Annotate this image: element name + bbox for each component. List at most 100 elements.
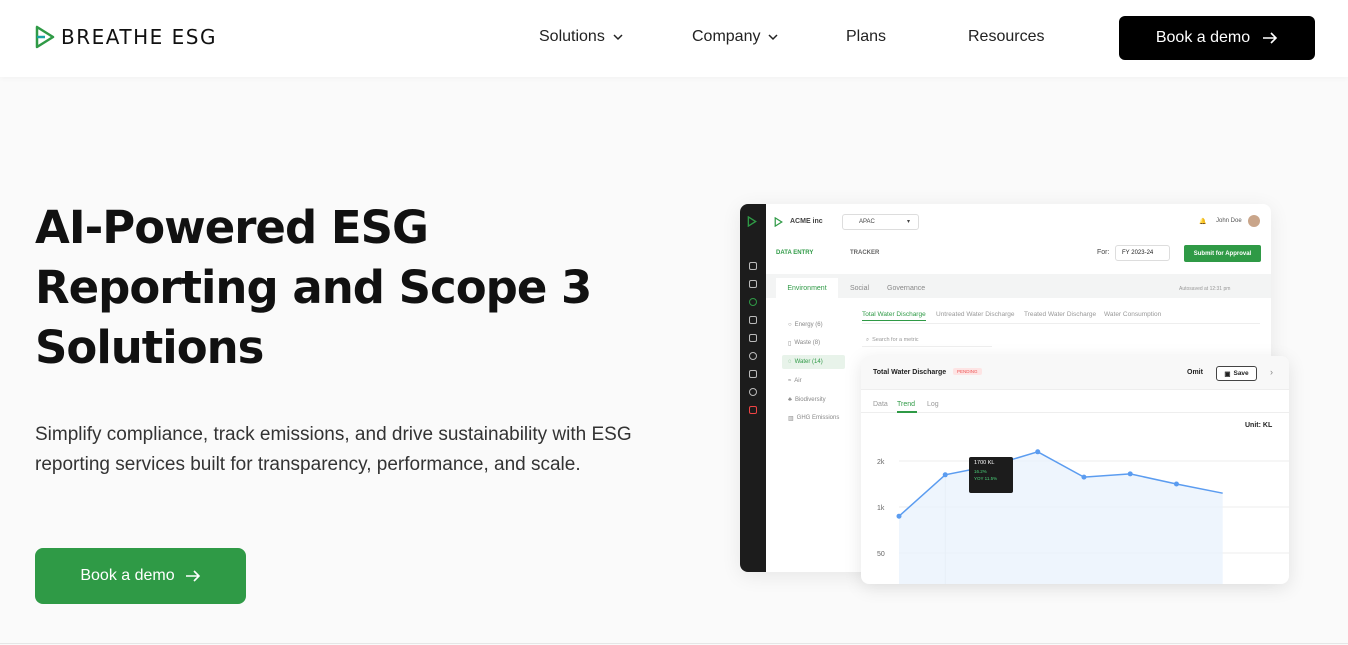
grid-icon bbox=[749, 280, 757, 288]
energy-icon: ○ bbox=[788, 322, 792, 328]
unit-label: Unit: KL bbox=[1245, 422, 1273, 429]
data-point bbox=[942, 472, 948, 478]
tooltip-change: 16.2% bbox=[974, 469, 987, 474]
logo-icon bbox=[774, 217, 783, 227]
avatar[interactable] bbox=[1248, 215, 1260, 227]
arrow-right-icon bbox=[185, 570, 200, 582]
card-tab-divider bbox=[861, 412, 1289, 413]
card-tab-data[interactable]: Data bbox=[873, 401, 888, 408]
brand-name: BREATHE ESG bbox=[61, 25, 217, 49]
nav-company-label: Company bbox=[692, 28, 761, 45]
data-point bbox=[1173, 481, 1179, 487]
chevron-down-icon bbox=[768, 34, 779, 41]
company-name: ACME inc bbox=[790, 218, 823, 225]
trend-area bbox=[899, 451, 1223, 584]
side-item-air[interactable]: ≈ Air bbox=[782, 374, 845, 388]
tooltip-yoy: YOY 11.5% bbox=[974, 476, 998, 481]
bell-icon[interactable]: 🔔 bbox=[1199, 218, 1206, 225]
autosave-status: Autosaved at 12:31 pm bbox=[1179, 286, 1231, 292]
card-tab-trend[interactable]: Trend bbox=[897, 401, 915, 408]
save-icon: ▣ bbox=[1224, 370, 1231, 378]
user-name: John Doe bbox=[1216, 218, 1242, 224]
status-badge: PENDING bbox=[953, 368, 982, 375]
globe-icon bbox=[749, 352, 757, 360]
side-item-ghg[interactable]: ▥ GHG Emissions bbox=[782, 411, 845, 425]
metric-card: Total Water Discharge PENDING Omit ▣ Sav… bbox=[861, 356, 1289, 584]
submit-approval-button[interactable]: Submit for Approval bbox=[1184, 245, 1261, 262]
data-point bbox=[1127, 471, 1133, 477]
hero-title: AI-Powered ESG Reporting and Scope 3 Sol… bbox=[35, 201, 592, 374]
card-tab-log[interactable]: Log bbox=[927, 401, 939, 408]
y-tick-label: 2k bbox=[877, 459, 885, 466]
dashboard-sidebar bbox=[740, 204, 766, 572]
card-title: Total Water Discharge bbox=[873, 369, 947, 376]
side-item-water[interactable]: ◌ Water (14) bbox=[782, 355, 845, 369]
region-select[interactable]: APAC ▾ bbox=[842, 214, 919, 230]
chevron-down-icon: ▾ bbox=[907, 219, 911, 225]
tab-data-entry[interactable]: DATA ENTRY bbox=[776, 250, 813, 256]
nav-plans-label: Plans bbox=[846, 28, 887, 45]
trash-icon: ▯ bbox=[788, 340, 792, 347]
search-icon: ⌕ bbox=[866, 336, 870, 343]
nav-company[interactable]: Company bbox=[692, 28, 779, 46]
nav-resources[interactable]: Resources bbox=[968, 28, 1044, 46]
tab-social[interactable]: Social bbox=[850, 285, 869, 292]
save-button[interactable]: ▣ Save bbox=[1216, 366, 1257, 381]
tooltip-value: 1700 KL bbox=[974, 460, 995, 466]
data-point bbox=[1081, 474, 1087, 480]
chevron-right-icon[interactable]: › bbox=[1270, 367, 1273, 377]
trend-chart: 2k 1k 50 bbox=[877, 449, 1289, 584]
chart-tooltip: 1700 KL 16.2% YOY 11.5% bbox=[969, 457, 1013, 493]
save-label: Save bbox=[1233, 370, 1249, 377]
side-item-label: GHG Emissions bbox=[796, 415, 840, 421]
book-demo-label: Book a demo bbox=[80, 567, 175, 584]
y-tick-label: 50 bbox=[877, 551, 885, 558]
chart-icon bbox=[749, 262, 757, 270]
site-header: BREATHE ESG Solutions Company Plans Reso… bbox=[0, 0, 1348, 77]
subtab-treated[interactable]: Treated Water Discharge bbox=[1024, 311, 1096, 318]
hero-subtitle: Simplify compliance, track emissions, an… bbox=[35, 424, 632, 475]
brand-logo[interactable]: BREATHE ESG bbox=[34, 25, 217, 49]
side-item-label: Air bbox=[794, 378, 802, 384]
layers-icon bbox=[749, 334, 757, 342]
side-item-label: Energy (6) bbox=[794, 322, 823, 328]
subtab-total-water-discharge[interactable]: Total Water Discharge bbox=[862, 311, 926, 321]
tree-icon: ♣ bbox=[788, 397, 792, 403]
arrow-right-icon bbox=[1263, 32, 1278, 44]
omit-button[interactable]: Omit bbox=[1187, 369, 1203, 376]
fiscal-year-select[interactable]: FY 2023-24 bbox=[1115, 245, 1170, 261]
tab-governance[interactable]: Governance bbox=[887, 285, 925, 292]
factory-icon: ▥ bbox=[788, 415, 794, 422]
nav-solutions[interactable]: Solutions bbox=[539, 28, 623, 46]
wind-icon: ≈ bbox=[788, 378, 792, 384]
nav-resources-label: Resources bbox=[968, 28, 1045, 45]
book-demo-button-header[interactable]: Book a demo bbox=[1119, 16, 1315, 60]
side-item-label: Biodiversity bbox=[794, 397, 826, 403]
book-demo-button-hero[interactable]: Book a demo bbox=[35, 548, 246, 604]
section-divider bbox=[0, 643, 1348, 644]
side-item-biodiversity[interactable]: ♣ Biodiversity bbox=[782, 393, 845, 407]
side-item-waste[interactable]: ▯ Waste (8) bbox=[782, 336, 845, 350]
tab-environment[interactable]: Environment bbox=[776, 278, 838, 298]
leaf-icon bbox=[749, 298, 757, 306]
nav-plans[interactable]: Plans bbox=[846, 28, 886, 46]
subtab-divider bbox=[862, 323, 1260, 324]
logo-icon bbox=[747, 216, 757, 227]
fiscal-year-value: FY 2023-24 bbox=[1122, 250, 1154, 256]
search-placeholder: Search for a metric bbox=[872, 337, 919, 343]
card-tab-underline bbox=[897, 411, 917, 413]
region-value: APAC bbox=[859, 219, 875, 225]
target-icon bbox=[749, 388, 757, 396]
side-item-energy[interactable]: ○ Energy (6) bbox=[782, 318, 845, 332]
subtab-untreated[interactable]: Untreated Water Discharge bbox=[936, 311, 1015, 318]
tab-tracker[interactable]: TRACKER bbox=[850, 250, 879, 256]
subtab-consumption[interactable]: Water Consumption bbox=[1104, 311, 1161, 318]
book-demo-label: Book a demo bbox=[1155, 29, 1251, 46]
logo-icon bbox=[35, 25, 55, 49]
document-icon bbox=[749, 316, 757, 324]
card-header: Total Water Discharge PENDING Omit ▣ Sav… bbox=[861, 356, 1289, 390]
metric-search-input[interactable]: ⌕ Search for a metric bbox=[862, 334, 992, 347]
side-item-label: Waste (8) bbox=[794, 340, 821, 346]
data-point bbox=[1035, 449, 1041, 455]
side-item-label: Water (14) bbox=[794, 359, 823, 365]
